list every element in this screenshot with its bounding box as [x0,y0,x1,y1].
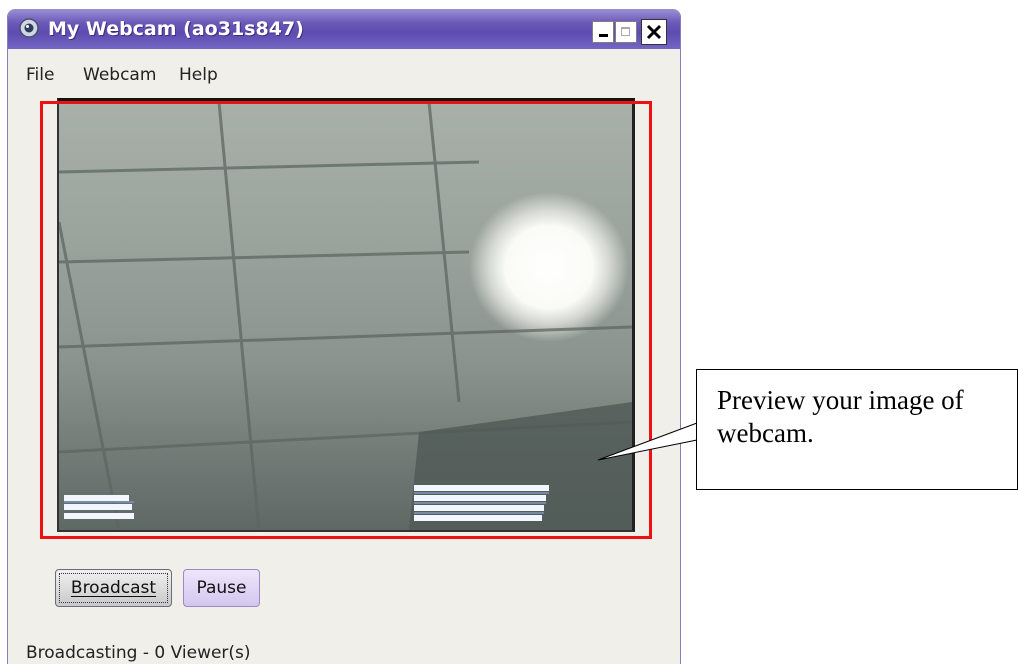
status-text: Broadcasting - 0 Viewer(s) [26,643,251,663]
menu-webcam[interactable]: Webcam [83,65,156,85]
menu-help[interactable]: Help [179,65,218,85]
minimize-icon[interactable] [592,21,614,43]
menu-file[interactable]: File [26,65,54,85]
broadcast-button-label: Broadcast [70,578,157,598]
broadcast-button[interactable]: Broadcast [55,569,172,607]
preview-highlight-box [40,101,652,539]
callout-pointer [597,422,698,461]
webcam-icon [18,17,40,39]
window-title: My Webcam (ao31s847) [48,18,304,40]
title-bar[interactable]: My Webcam (ao31s847) [8,9,680,49]
callout-box: Preview your image of webcam. [696,369,1018,490]
menu-bar: File Webcam Help [8,65,680,89]
pause-button-label: Pause [196,578,247,598]
callout-text: Preview your image of webcam. [717,385,964,448]
close-icon[interactable] [641,19,667,45]
maximize-icon[interactable] [615,21,637,43]
pause-button[interactable]: Pause [183,569,260,607]
